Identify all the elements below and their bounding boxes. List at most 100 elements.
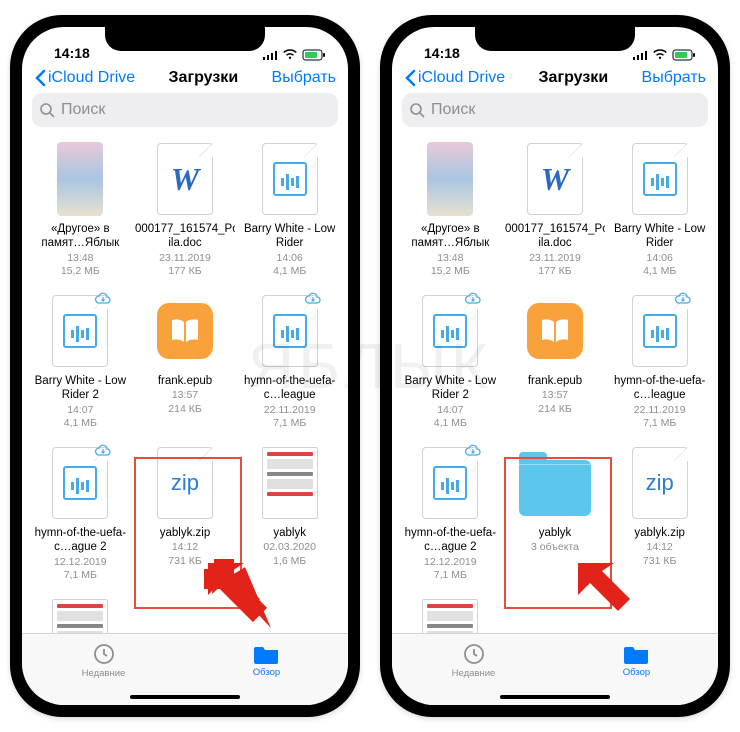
file-name: yablyk bbox=[273, 526, 306, 540]
audio-doc-icon bbox=[422, 295, 478, 367]
file-item[interactable]: hymn-of-the-uefa-c…league22.11.20197,1 М… bbox=[239, 291, 340, 435]
file-item[interactable]: yablyk02.03.20201,6 МБ bbox=[239, 443, 340, 587]
nav-bar: iCloud Drive Загрузки Выбрать bbox=[392, 61, 718, 93]
file-meta: 13:57214 КБ bbox=[538, 389, 571, 415]
file-meta: 14:064,1 МБ bbox=[643, 252, 676, 278]
file-item[interactable]: Barry White - Low Rider14:064,1 МБ bbox=[609, 139, 710, 283]
file-grid: «Другое» в памят…Яблык13:4815,2 МБW00017… bbox=[392, 135, 718, 633]
file-name: hymn-of-the-uefa-c…league bbox=[610, 374, 710, 403]
tab-browse[interactable]: Обзор bbox=[555, 634, 718, 687]
epub-icon bbox=[527, 303, 583, 359]
file-meta: 13:4815,2 МБ bbox=[431, 252, 470, 278]
cloud-download-icon bbox=[674, 291, 692, 305]
file-item[interactable]: hymn-of-the-uefa-c…ague 212.12.20197,1 М… bbox=[30, 443, 131, 587]
phone-frame: 14:18 iCloud Drive Загрузки Выбрать Поис… bbox=[10, 15, 360, 717]
tab-recents[interactable]: Недавние bbox=[22, 634, 185, 687]
zip-doc-icon: zip bbox=[157, 447, 213, 519]
audio-doc-icon bbox=[422, 447, 478, 519]
file-item[interactable]: frank.epub13:57214 КБ bbox=[505, 291, 606, 435]
file-item[interactable]: W000177_161574_Post-…ila.doc23.11.201917… bbox=[505, 139, 606, 283]
screen: 14:18 iCloud Drive Загрузки Выбрать Поис… bbox=[392, 27, 718, 705]
file-name: «Другое» в памят…Яблык bbox=[30, 222, 130, 251]
file-item[interactable]: «Другое» в памят…Яблык13:4815,2 МБ bbox=[400, 139, 501, 283]
file-item[interactable]: zipyablyk.zip14:12731 КБ bbox=[135, 443, 236, 587]
cloud-download-icon bbox=[94, 291, 112, 305]
chevron-left-icon bbox=[34, 69, 46, 87]
cloud-download-icon bbox=[464, 291, 482, 305]
file-item[interactable]: frank.epub13:57214 КБ bbox=[135, 291, 236, 435]
home-indicator[interactable] bbox=[130, 695, 240, 699]
audio-doc-icon bbox=[632, 295, 688, 367]
file-item[interactable] bbox=[30, 595, 131, 633]
file-meta: 02.03.20201,6 МБ bbox=[263, 541, 316, 567]
file-meta: 22.11.20197,1 МБ bbox=[634, 404, 686, 430]
word-doc-icon: W bbox=[527, 143, 583, 215]
notch bbox=[105, 25, 265, 51]
search-input[interactable]: Поиск bbox=[32, 93, 338, 127]
file-meta: 14:074,1 МБ bbox=[64, 404, 97, 430]
file-name: frank.epub bbox=[158, 374, 212, 388]
page-thumb-icon bbox=[52, 599, 108, 633]
wifi-icon bbox=[282, 49, 298, 61]
file-item[interactable]: zipyablyk.zip14:12731 КБ bbox=[609, 443, 710, 587]
audio-doc-icon bbox=[262, 143, 318, 215]
search-icon bbox=[40, 103, 55, 118]
file-meta: 22.11.20197,1 МБ bbox=[264, 404, 316, 430]
select-button[interactable]: Выбрать bbox=[272, 69, 336, 87]
file-meta: 14:12731 КБ bbox=[643, 541, 676, 567]
audio-doc-icon bbox=[632, 143, 688, 215]
file-name: yablyk.zip bbox=[634, 526, 685, 540]
image-thumb-icon bbox=[57, 142, 103, 216]
status-indicators bbox=[262, 49, 326, 61]
file-meta: 14:064,1 МБ bbox=[273, 252, 306, 278]
home-indicator[interactable] bbox=[500, 695, 610, 699]
file-meta: 12.12.20197,1 МБ bbox=[54, 556, 107, 582]
back-button[interactable]: iCloud Drive bbox=[404, 69, 505, 87]
folder-icon bbox=[254, 643, 280, 665]
notch bbox=[475, 25, 635, 51]
file-item[interactable]: «Другое» в памят…Яблык13:4815,2 МБ bbox=[30, 139, 131, 283]
file-meta: 13:4815,2 МБ bbox=[61, 252, 100, 278]
audio-doc-icon bbox=[262, 295, 318, 367]
file-item[interactable]: hymn-of-the-uefa-c…ague 212.12.20197,1 М… bbox=[400, 443, 501, 587]
file-item[interactable]: hymn-of-the-uefa-c…league22.11.20197,1 М… bbox=[609, 291, 710, 435]
file-grid: «Другое» в памят…Яблык13:4815,2 МБ W 00017… bbox=[22, 135, 348, 633]
page-thumb-icon bbox=[262, 447, 318, 519]
file-meta: 14:12731 КБ bbox=[168, 541, 201, 567]
clock-icon bbox=[92, 642, 116, 666]
file-item[interactable]: Barry White - Low Rider 214:074,1 МБ bbox=[30, 291, 131, 435]
status-indicators bbox=[632, 49, 696, 61]
file-item[interactable] bbox=[400, 595, 501, 633]
file-item[interactable]: W 000177_161574_Post-…ila.doc23.11.201917… bbox=[135, 139, 236, 283]
epub-icon bbox=[157, 303, 213, 359]
back-button[interactable]: iCloud Drive bbox=[34, 69, 135, 87]
audio-doc-icon bbox=[52, 295, 108, 367]
page-title: Загрузки bbox=[539, 69, 609, 87]
file-name: yablyk bbox=[539, 526, 572, 540]
word-doc-icon: W bbox=[157, 143, 213, 215]
cloud-download-icon bbox=[304, 291, 322, 305]
tab-recents[interactable]: Недавние bbox=[392, 634, 555, 687]
page-thumb-icon bbox=[422, 599, 478, 633]
folder-icon bbox=[519, 460, 591, 516]
search-input[interactable]: Поиск bbox=[402, 93, 708, 127]
file-name: hymn-of-the-uefa-c…ague 2 bbox=[400, 526, 500, 555]
file-meta: 13:57214 КБ bbox=[168, 389, 201, 415]
file-item[interactable]: Barry White - Low Rider 214:074,1 МБ bbox=[400, 291, 501, 435]
tab-browse[interactable]: Обзор bbox=[185, 634, 348, 687]
file-meta: 12.12.20197,1 МБ bbox=[424, 556, 477, 582]
file-meta: 23.11.2019177 КБ bbox=[159, 252, 211, 278]
file-name: Barry White - Low Rider 2 bbox=[30, 374, 130, 403]
battery-icon bbox=[302, 49, 326, 61]
select-button[interactable]: Выбрать bbox=[642, 69, 706, 87]
file-item[interactable]: Barry White - Low Rider14:064,1 МБ bbox=[239, 139, 340, 283]
cellular-icon bbox=[262, 50, 278, 60]
file-item[interactable]: yablyk3 объекта bbox=[505, 443, 606, 587]
file-name: frank.epub bbox=[528, 374, 582, 388]
file-name: hymn-of-the-uefa-c…ague 2 bbox=[30, 526, 130, 555]
file-meta: 23.11.2019177 КБ bbox=[529, 252, 581, 278]
screen: 14:18 iCloud Drive Загрузки Выбрать Поис… bbox=[22, 27, 348, 705]
page-title: Загрузки bbox=[169, 69, 239, 87]
cloud-download-icon bbox=[464, 443, 482, 457]
file-name: 000177_161574_Post-…ila.doc bbox=[135, 222, 235, 251]
